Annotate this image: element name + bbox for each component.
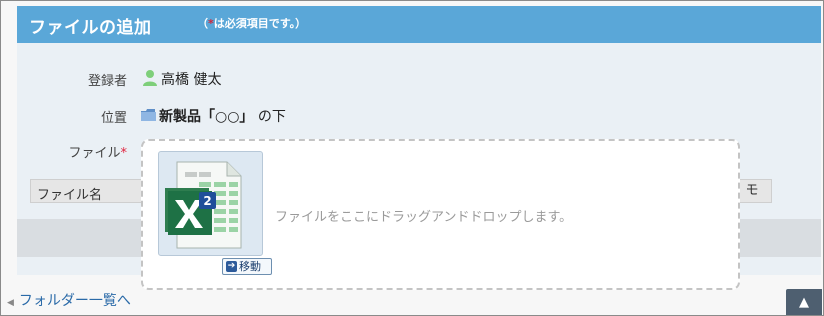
page-title: ファイルの追加 (29, 18, 152, 38)
dragged-file-thumbnail[interactable]: 2 (158, 151, 263, 256)
registrant-label: 登録者 (87, 74, 127, 89)
move-indicator: ➔ 移動 (222, 258, 272, 275)
arrow-up-icon: ▲ (799, 295, 809, 310)
back-to-folder-list-link[interactable]: ◀ フォルダー一覧へ (7, 290, 131, 310)
drop-hint: ファイルをここにドラッグアンドドロップします。 (275, 210, 573, 225)
file-label: ファイル* (68, 146, 128, 161)
column-file-name: ファイル名 (37, 188, 103, 203)
user-icon (143, 70, 157, 86)
location-label: 位置 (100, 111, 127, 126)
column-memo: モ (737, 180, 766, 202)
scroll-to-top-button[interactable]: ▲ (786, 289, 822, 315)
folder-icon (141, 109, 156, 121)
move-label: 移動 (239, 260, 261, 273)
location-folder-link[interactable]: 新製品「○○」 (159, 109, 253, 125)
excel-file-icon: 2 (165, 161, 242, 249)
file-count-badge: 2 (203, 194, 211, 208)
registrant-name: 高橋 健太 (161, 72, 222, 88)
page-header: ファイルの追加 （*は必須項目です。） (17, 6, 821, 43)
location-value: 新製品「○○」 の下 (159, 109, 286, 125)
file-required-star: * (120, 146, 128, 161)
arrow-right-icon: ➔ (226, 261, 237, 272)
required-note: （*は必須項目です。） (197, 17, 307, 30)
triangle-left-icon: ◀ (7, 298, 14, 308)
window-frame: ファイルの追加 （*は必須項目です。） 登録者 高橋 健太 位置 新製品「○○」… (0, 0, 824, 316)
